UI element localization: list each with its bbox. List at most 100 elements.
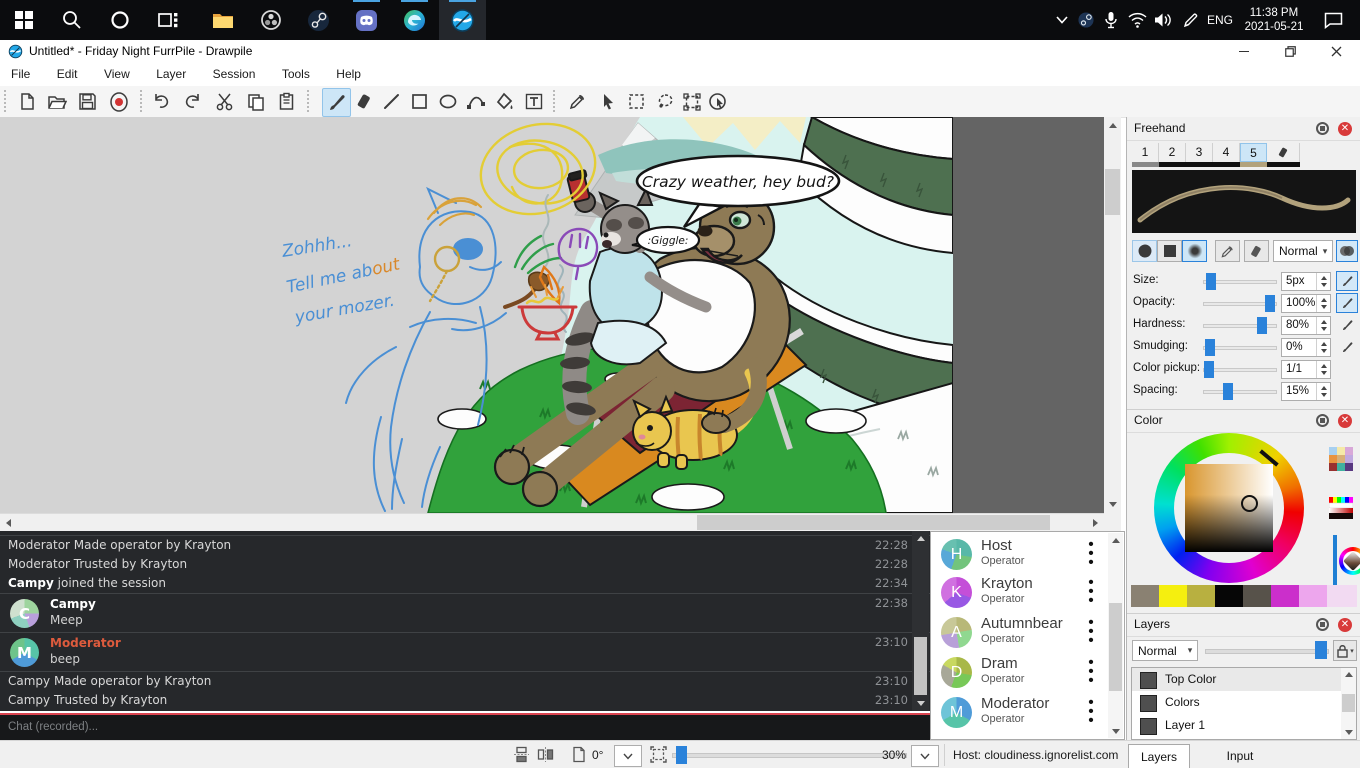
canvas-hscrollbar[interactable]	[0, 513, 1104, 531]
sv-marker[interactable]	[1241, 495, 1258, 512]
bezier-tool-button[interactable]	[462, 88, 489, 115]
toolbar-handle[interactable]	[139, 90, 143, 112]
toolbar-handle[interactable]	[552, 90, 556, 112]
smudging-slider-thumb[interactable]	[1205, 339, 1215, 356]
layer-opacity-track[interactable]	[1205, 649, 1329, 654]
transform-tool-button[interactable]	[678, 88, 705, 115]
float-panel-icon[interactable]	[1316, 618, 1329, 631]
file-explorer-button[interactable]	[199, 0, 246, 40]
edge-button[interactable]	[391, 0, 438, 40]
color-sliders-icon[interactable]	[1329, 497, 1353, 519]
saturation-value-square[interactable]	[1185, 464, 1273, 552]
scroll-left-button[interactable]	[0, 514, 17, 531]
scroll-down-button[interactable]	[1104, 496, 1121, 513]
user-row[interactable]: K Krayton Operator •••	[931, 572, 1124, 612]
chat-scrollbar[interactable]	[912, 531, 929, 711]
brush-slot-eraser[interactable]	[1267, 143, 1300, 162]
panel-splitter-handle[interactable]	[1333, 535, 1337, 585]
opacity-slider-thumb[interactable]	[1265, 295, 1275, 312]
size-spinbox[interactable]: 5px	[1281, 272, 1331, 291]
menu-edit[interactable]: Edit	[46, 63, 89, 81]
drawpile-taskbar-button[interactable]	[439, 0, 486, 40]
menu-file[interactable]: File	[0, 63, 41, 81]
palette-grid-icon[interactable]	[1329, 447, 1353, 471]
scroll-up-button[interactable]	[1341, 668, 1356, 681]
erase-mode-button[interactable]	[1244, 240, 1269, 262]
palette-swatch[interactable]	[1215, 585, 1243, 607]
layer-lock-button[interactable]: ▾	[1333, 640, 1357, 661]
vscroll-thumb[interactable]	[1105, 169, 1120, 215]
hardness-slider-thumb[interactable]	[1257, 317, 1267, 334]
hardness-spinbox[interactable]: 80%	[1281, 316, 1331, 335]
layer-row-layer1[interactable]: Layer 1	[1132, 714, 1356, 737]
minimize-button[interactable]	[1226, 40, 1262, 63]
action-center-button[interactable]	[1313, 0, 1353, 40]
menu-tools[interactable]: Tools	[271, 63, 321, 81]
inspector-tool-button[interactable]	[704, 88, 731, 115]
toolbar-handle[interactable]	[306, 90, 310, 112]
lasso-select-tool-button[interactable]	[651, 88, 678, 115]
scroll-up-button[interactable]	[1104, 117, 1121, 134]
hard-edge-brush-button[interactable]	[1132, 240, 1157, 262]
user-list-scrollbar[interactable]	[1108, 533, 1123, 738]
rotation-reset-icon[interactable]	[571, 746, 587, 763]
opacity-pressure-button[interactable]	[1336, 293, 1358, 313]
obs-button[interactable]	[247, 0, 294, 40]
user-scroll-thumb[interactable]	[1109, 603, 1122, 691]
close-button[interactable]	[1318, 40, 1354, 63]
hscroll-thumb[interactable]	[697, 515, 1050, 530]
user-row[interactable]: A Autumnbear Operator •••	[931, 612, 1124, 652]
layer-blend-mode-dropdown[interactable]: Normal▾	[1132, 640, 1198, 661]
palette-swatch[interactable]	[1271, 585, 1299, 607]
scroll-up-button[interactable]	[1108, 533, 1123, 547]
chat-scroll-thumb[interactable]	[914, 637, 927, 695]
tray-microphone-icon[interactable]	[1098, 0, 1124, 40]
hardness-pressure-button[interactable]	[1336, 315, 1358, 335]
drawing-canvas[interactable]: Crazy weather, hey bud? :Giggle:	[0, 117, 953, 513]
pick-color-mode-button[interactable]	[1215, 240, 1240, 262]
tray-clock[interactable]: 11:38 PM 2021-05-21	[1238, 0, 1310, 40]
palette-swatch[interactable]	[1327, 585, 1357, 607]
brush-slot-2[interactable]: 2	[1159, 143, 1186, 162]
spacing-slider-thumb[interactable]	[1223, 383, 1233, 400]
ellipse-tool-button[interactable]	[434, 88, 461, 115]
incremental-mode-button[interactable]	[1336, 240, 1358, 262]
save-button[interactable]	[74, 88, 101, 115]
user-menu-icon[interactable]: •••	[1086, 658, 1096, 685]
menu-session[interactable]: Session	[202, 63, 267, 81]
undo-button[interactable]	[147, 88, 174, 115]
cut-button[interactable]	[211, 88, 238, 115]
chat-input[interactable]: Chat (recorded)...	[0, 713, 930, 742]
copy-button[interactable]	[242, 88, 269, 115]
user-row[interactable]: M Moderator Operator •••	[931, 692, 1124, 732]
brush-slot-4[interactable]: 4	[1213, 143, 1240, 162]
scroll-up-button[interactable]	[912, 531, 929, 546]
tray-language[interactable]: ENG	[1202, 0, 1238, 40]
user-row[interactable]: H Host Operator •••	[931, 534, 1124, 574]
spacing-slider[interactable]	[1203, 390, 1277, 394]
zoom-dropdown[interactable]	[911, 745, 939, 767]
user-menu-icon[interactable]: •••	[1086, 698, 1096, 725]
layer-row-colors[interactable]: Colors	[1132, 691, 1356, 714]
tab-input[interactable]: Input	[1190, 744, 1290, 768]
brush-slot-1[interactable]: 1	[1132, 143, 1159, 162]
eraser-tool-button[interactable]	[351, 88, 378, 115]
task-view-button[interactable]	[144, 0, 191, 40]
flip-vertical-icon[interactable]	[513, 746, 530, 763]
tray-volume-icon[interactable]	[1149, 0, 1177, 40]
discord-button[interactable]	[343, 0, 390, 40]
user-menu-icon[interactable]: •••	[1086, 540, 1096, 567]
opacity-spinbox[interactable]: 100%	[1281, 294, 1331, 313]
user-menu-icon[interactable]: •••	[1086, 578, 1096, 605]
paste-button[interactable]	[273, 88, 300, 115]
tray-wifi-icon[interactable]	[1124, 0, 1150, 40]
line-tool-button[interactable]	[378, 88, 405, 115]
start-button[interactable]	[0, 0, 47, 40]
layer-row-top-color[interactable]: Top Color	[1132, 668, 1356, 691]
float-panel-icon[interactable]	[1316, 414, 1329, 427]
color-pickup-slider[interactable]	[1203, 368, 1277, 372]
blend-mode-dropdown[interactable]: Normal▾	[1273, 240, 1333, 262]
size-slider-thumb[interactable]	[1206, 273, 1216, 290]
scroll-down-button[interactable]	[912, 696, 929, 711]
window-titlebar[interactable]: Untitled* - Friday Night FurrPile - Draw…	[0, 40, 1360, 63]
